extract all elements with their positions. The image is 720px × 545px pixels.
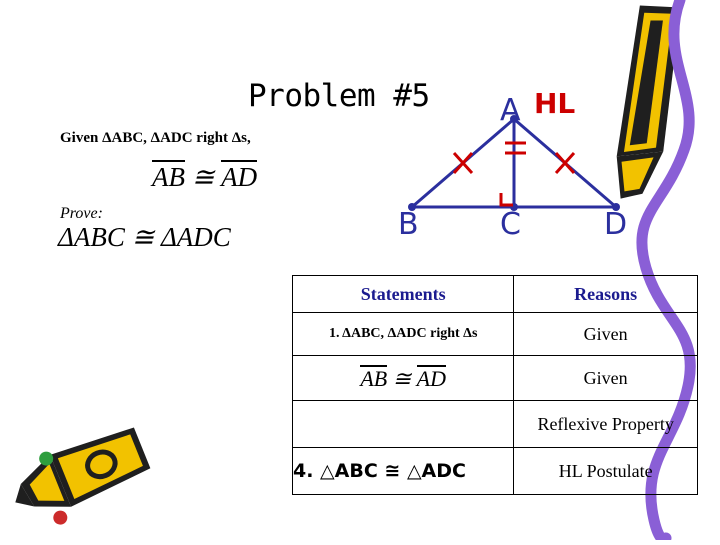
triangle-diagram: A B C D HL (390, 75, 680, 260)
column-header-statements: Statements (291, 275, 515, 313)
reason-cell-2: Given (513, 355, 698, 401)
table-header-row: Statements Reasons (291, 275, 698, 313)
given-congruent-symbol: ≅ (191, 162, 215, 192)
segment-ab: AB (360, 364, 388, 391)
slide-page: Problem #5 Given ΔABC, ΔADC right Δs, AB… (0, 0, 720, 545)
hl-annotation: HL (534, 87, 576, 120)
statement-cell-4: 4. △ABC ≅ △ADC (291, 447, 515, 495)
congruent-symbol: ≅ (392, 365, 412, 391)
table-row: AB ≅ AD Given (291, 355, 698, 401)
vertex-label-c: C (500, 207, 521, 242)
crayon-decoration-bottom-left (8, 420, 158, 535)
vertex-label-b: B (398, 207, 419, 242)
table-row: 1. ΔABC, ΔADC right Δs Given (291, 312, 698, 356)
table-row: 4. △ABC ≅ △ADC HL Postulate (291, 447, 698, 495)
statement-cell-1: 1. ΔABC, ΔADC right Δs (291, 312, 515, 356)
prove-label: Prove: (60, 205, 103, 222)
vertex-label-a: A (500, 93, 521, 128)
reason-cell-3: Reflexive Property (513, 400, 698, 448)
given-segment-ad: AD (221, 160, 258, 192)
given-segment-ab: AB (152, 160, 185, 192)
given-label: Given ΔABC, ΔADC right Δs, (60, 130, 251, 146)
given-congruence: AB ≅ AD (152, 160, 258, 193)
statement-cell-3 (291, 400, 515, 448)
reason-cell-4: HL Postulate (513, 447, 698, 495)
table-row: Reflexive Property (291, 400, 698, 448)
column-header-reasons: Reasons (513, 275, 698, 313)
statement-cell-2: AB ≅ AD (291, 355, 515, 401)
proof-table: Statements Reasons 1. ΔABC, ΔADC right Δ… (291, 275, 698, 495)
segment-ad: AD (416, 364, 446, 391)
vertex-label-d: D (604, 207, 628, 242)
prove-statement: ΔABC ≅ ΔADC (58, 222, 231, 252)
reason-cell-1: Given (513, 312, 698, 356)
